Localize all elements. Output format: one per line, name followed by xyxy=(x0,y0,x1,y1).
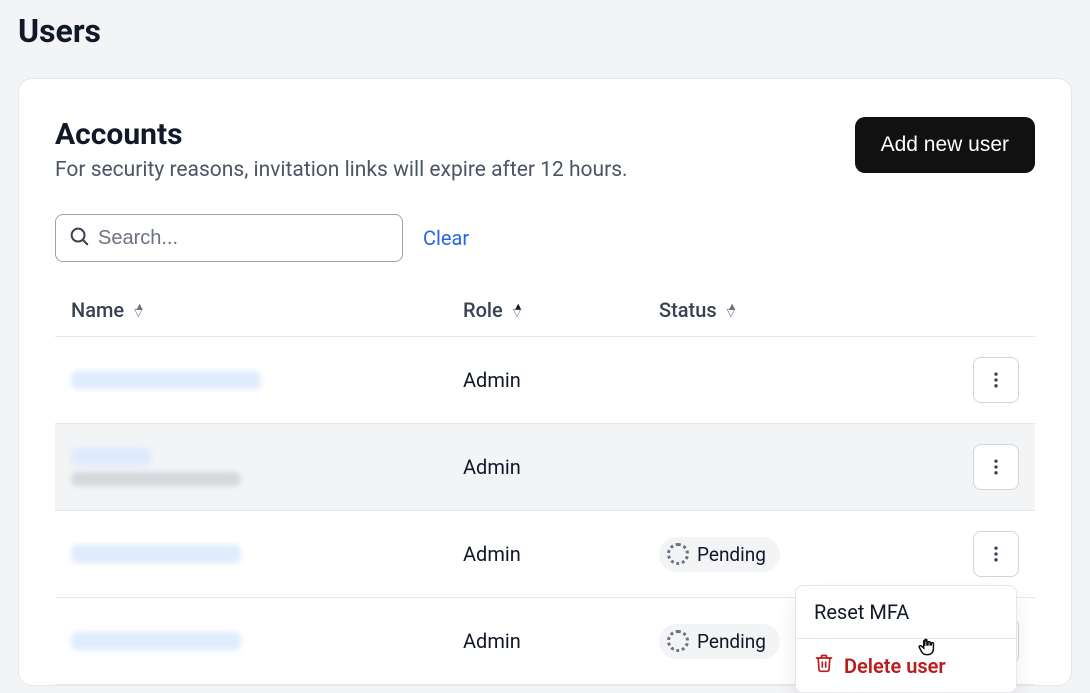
user-name-redacted[interactable] xyxy=(71,545,241,563)
status-label: Pending xyxy=(697,630,766,653)
card-title: Accounts xyxy=(55,117,628,152)
row-actions-button[interactable] xyxy=(973,531,1019,577)
column-header-status[interactable]: Status ▲▽ xyxy=(643,284,917,337)
accounts-card: Accounts For security reasons, invitatio… xyxy=(18,78,1072,686)
search-field[interactable] xyxy=(55,214,403,262)
table-row: Admin xyxy=(55,337,1035,424)
trash-icon xyxy=(814,653,834,678)
table-row: Admin xyxy=(55,424,1035,511)
row-actions-button[interactable] xyxy=(973,357,1019,403)
page-title: Users xyxy=(18,12,1072,50)
column-label: Status xyxy=(659,298,717,322)
clear-search-link[interactable]: Clear xyxy=(423,226,469,250)
column-header-role[interactable]: Role ▲▽ xyxy=(447,284,643,337)
pending-spinner-icon xyxy=(667,543,689,565)
user-name-redacted[interactable] xyxy=(71,448,151,466)
menu-item-label: Delete user xyxy=(844,654,946,678)
menu-item-label: Reset MFA xyxy=(814,600,909,624)
row-actions-menu: Reset MFA Delete user xyxy=(795,585,1017,693)
search-icon xyxy=(68,225,90,251)
sort-icon: ▲▽ xyxy=(513,304,524,316)
user-role: Admin xyxy=(447,337,643,424)
sort-icon: ▲▽ xyxy=(727,304,738,316)
add-user-button[interactable]: Add new user xyxy=(855,117,1035,173)
user-role: Admin xyxy=(447,598,643,685)
user-role: Admin xyxy=(447,511,643,598)
card-subtitle: For security reasons, invitation links w… xyxy=(55,158,628,182)
status-label: Pending xyxy=(697,543,766,566)
search-input[interactable] xyxy=(98,227,390,250)
user-status xyxy=(643,424,917,511)
user-status xyxy=(643,337,917,424)
menu-item-delete-user[interactable]: Delete user xyxy=(796,639,1016,692)
column-label: Role xyxy=(463,298,503,322)
user-role: Admin xyxy=(447,424,643,511)
column-header-name[interactable]: Name ▲▽ xyxy=(55,284,447,337)
pending-spinner-icon xyxy=(667,630,689,652)
user-name-redacted[interactable] xyxy=(71,371,261,389)
sort-icon: ▲▽ xyxy=(134,304,145,316)
user-name-redacted[interactable] xyxy=(71,632,241,650)
user-email-redacted xyxy=(71,472,241,486)
column-label: Name xyxy=(71,298,124,322)
row-actions-button[interactable] xyxy=(973,444,1019,490)
menu-item-reset-mfa[interactable]: Reset MFA xyxy=(796,586,1016,639)
